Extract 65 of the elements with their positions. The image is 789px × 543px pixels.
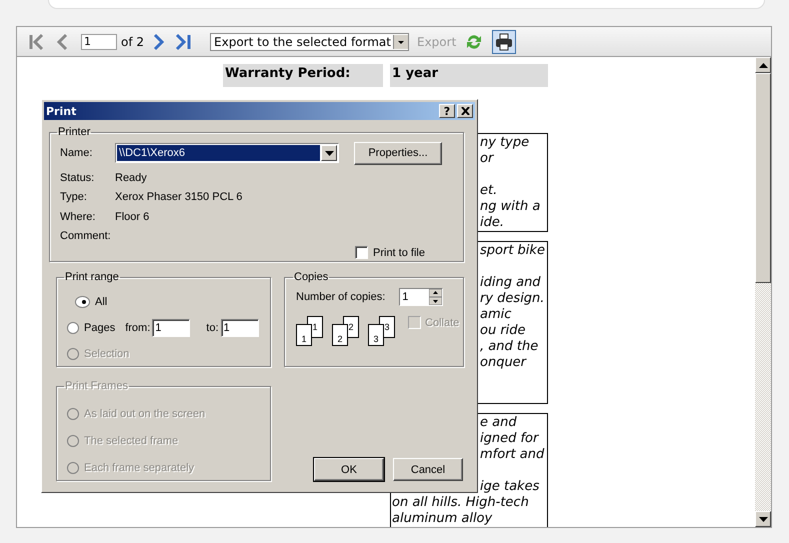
field-label: Where: xyxy=(60,210,96,223)
properties-button[interactable]: Properties... xyxy=(354,142,442,164)
description-text: onquer xyxy=(480,355,526,370)
help-button[interactable]: ? xyxy=(439,104,455,118)
print-button[interactable] xyxy=(492,30,516,54)
spin-arrows-icon xyxy=(429,289,442,305)
previous-page-icon[interactable] xyxy=(55,32,69,52)
warranty-label: Warranty Period: xyxy=(223,64,383,87)
page-number-field[interactable]: 1 xyxy=(81,34,117,50)
field-label: to: xyxy=(206,322,218,334)
vertical-scrollbar[interactable] xyxy=(755,57,771,527)
field-value: Ready xyxy=(115,172,147,184)
field-label: Number of copies: xyxy=(296,291,386,303)
description-text: mfort and xyxy=(480,447,544,462)
field-value: Xerox Phaser 3150 PCL 6 xyxy=(115,191,242,204)
description-text: amic xyxy=(480,307,512,322)
scroll-down-icon[interactable] xyxy=(758,516,768,522)
close-icon xyxy=(460,107,470,115)
radio-option[interactable]: All xyxy=(67,296,108,308)
group-label: Print range xyxy=(64,271,120,283)
page-count: of 2 xyxy=(121,34,144,48)
to-page-field[interactable]: 1 xyxy=(220,319,258,337)
description-text: e and xyxy=(480,415,517,430)
description-text: igned for xyxy=(480,431,538,446)
dropdown-arrow-icon xyxy=(393,34,408,48)
field-label: Name: xyxy=(60,147,94,159)
field-label: Type: xyxy=(60,191,88,204)
description-text: ide. xyxy=(480,215,504,230)
description-text: ou ride xyxy=(480,323,526,338)
description-text: ny type xyxy=(480,135,530,150)
collate-pages-drawing: 2 2 xyxy=(332,316,361,346)
collate-pages-drawing: 3 3 xyxy=(368,316,397,346)
description-text: sport bike xyxy=(480,243,545,258)
description-text: ng with a xyxy=(480,199,540,214)
export-format-dropdown[interactable]: Export to the selected format xyxy=(210,32,409,50)
field-label: Comment: xyxy=(60,230,112,242)
copies-spinner[interactable]: 1 xyxy=(399,288,444,306)
description-text: iding and xyxy=(480,275,541,290)
field-value: Floor 6 xyxy=(115,210,150,223)
group-label: Copies xyxy=(293,271,330,283)
description-text: or xyxy=(480,151,494,166)
description-text: et. xyxy=(480,183,498,198)
dialog-button[interactable]: OK xyxy=(314,458,384,481)
warranty-value: 1 year xyxy=(390,64,548,87)
printer-icon xyxy=(495,32,514,50)
dialog-title: Print xyxy=(45,104,78,118)
description-text: ige takes xyxy=(480,479,540,494)
field-label: Status: xyxy=(60,172,96,184)
from-page-field[interactable]: 1 xyxy=(152,319,190,337)
close-button[interactable] xyxy=(457,104,473,118)
next-page-icon[interactable] xyxy=(152,32,166,52)
collate-pages-drawing: 1 1 xyxy=(296,316,325,346)
radio-option[interactable]: Pages xyxy=(67,322,116,334)
dialog-button[interactable]: Cancel xyxy=(393,458,463,481)
group-label: Printer xyxy=(57,126,92,138)
printer-dropdown[interactable]: \\DC1\Xerox6 xyxy=(115,143,339,163)
description-text: , and the xyxy=(480,339,538,354)
scroll-up-icon[interactable] xyxy=(758,62,768,68)
group-label: Print Frames xyxy=(64,380,129,392)
description-text: aluminum alloy xyxy=(392,511,492,526)
description-text: ry design. xyxy=(480,291,544,306)
print-to-file-checkbox[interactable]: Print to file xyxy=(355,246,425,259)
dropdown-arrow-icon xyxy=(324,150,334,156)
description-text: on all hills. High-tech xyxy=(392,495,529,510)
field-label: from: xyxy=(125,322,150,334)
